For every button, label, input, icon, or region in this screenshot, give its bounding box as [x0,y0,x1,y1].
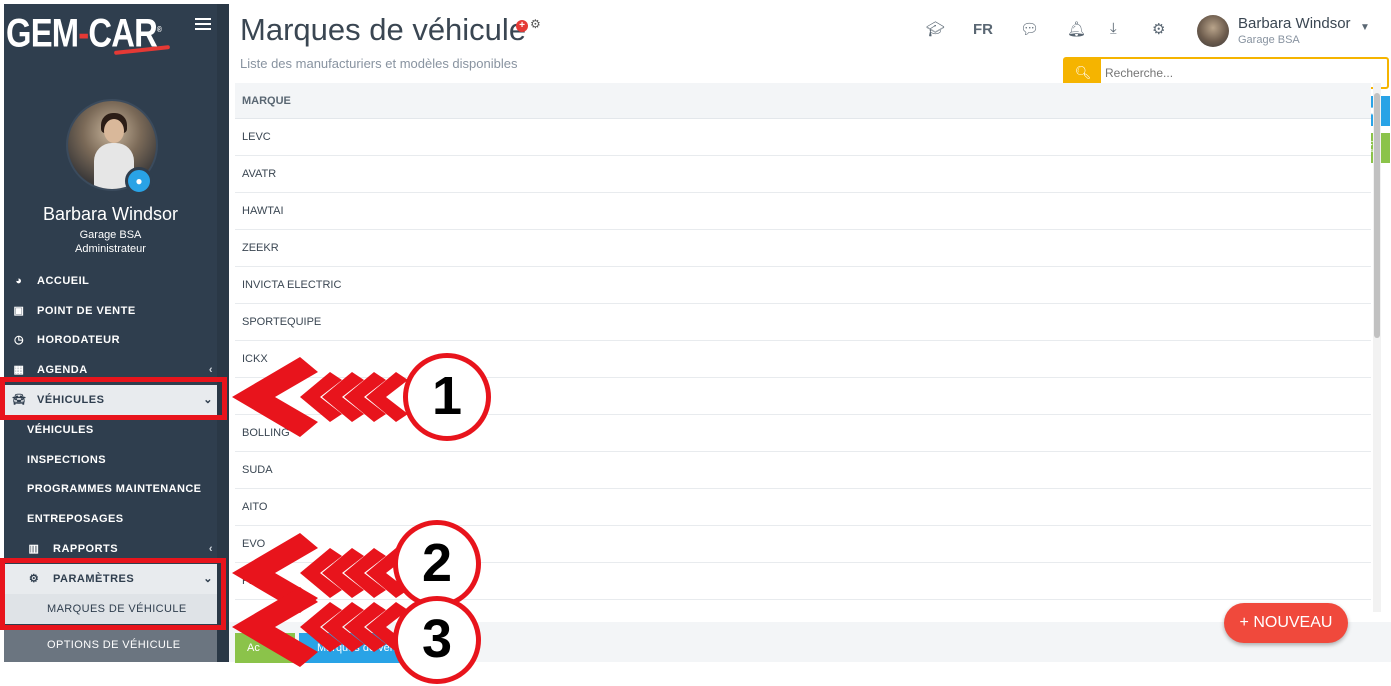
step-number-2: 2 [393,520,481,608]
annotation-arrows [232,357,408,667]
app-window: GEM-CAR® ● Barbara Windsor Garage BSA Ad… [0,0,1391,686]
step-number-1: 1 [403,353,491,441]
step-number-3: 3 [393,596,481,684]
